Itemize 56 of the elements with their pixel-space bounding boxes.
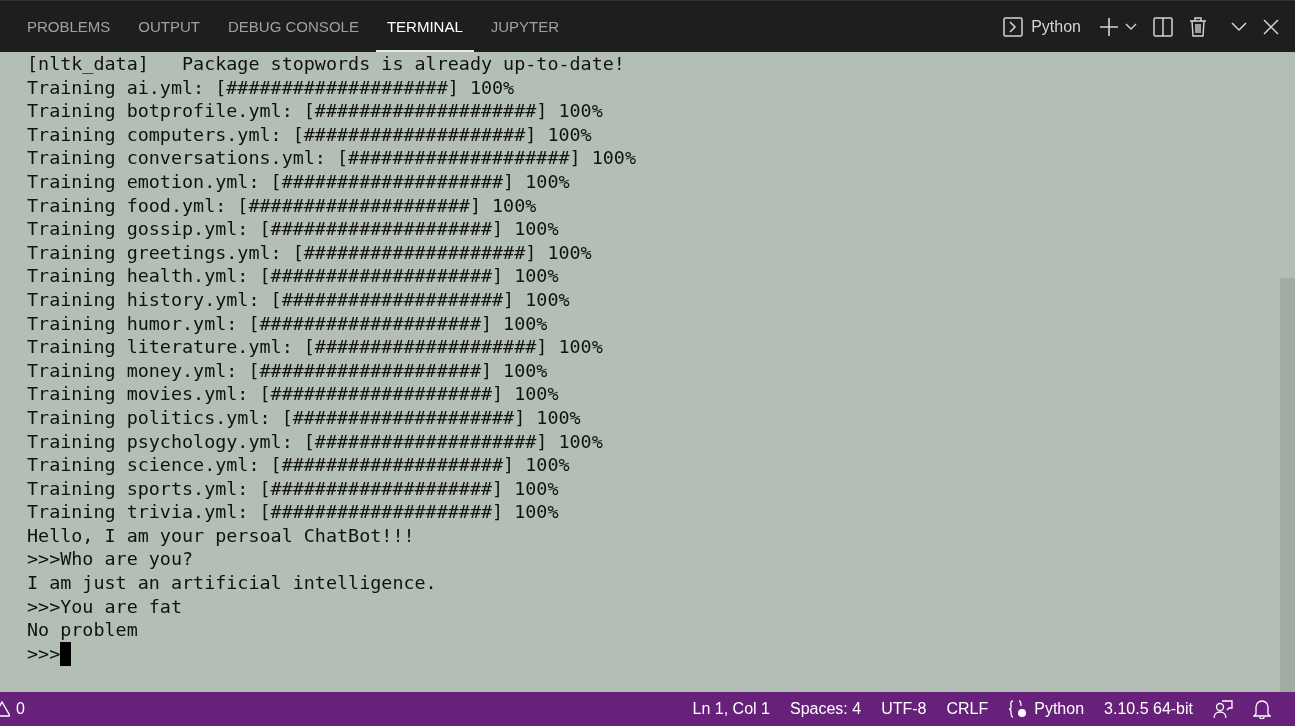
terminal-line: [nltk_data] Package stopwords is already up-to-date! bbox=[27, 52, 626, 76]
terminal-line: Training sports.yml: [####################] 100% bbox=[27, 476, 560, 501]
text-cursor bbox=[60, 641, 72, 666]
terminal-line: Training science.yml: [####################] 100% bbox=[27, 453, 571, 477]
terminal-line: Training history.yml: [####################] 100% bbox=[27, 287, 571, 312]
terminal-line: Training literature.yml: [####################] 100% bbox=[27, 335, 604, 359]
scrollbar-thumb[interactable] bbox=[1280, 278, 1295, 692]
delete-button[interactable] bbox=[1187, 14, 1209, 39]
terminal-line: Training ai.yml: [####################] 100% bbox=[27, 75, 516, 100]
terminal-icon bbox=[1003, 16, 1024, 37]
split-icon bbox=[1153, 16, 1173, 37]
terminal-line: Training money.yml: [####################] 100% bbox=[27, 358, 549, 383]
close-icon bbox=[1263, 18, 1279, 35]
panel-tab[interactable]: TERMINAL bbox=[375, 1, 474, 52]
chevron-down-icon bbox=[1125, 22, 1137, 31]
bell-icon bbox=[1253, 699, 1271, 719]
braces-icon bbox=[1008, 700, 1029, 718]
panel-tab[interactable]: PROBLEMS bbox=[16, 1, 122, 52]
terminal-line: Training computers.yml: [####################] 100% bbox=[27, 122, 593, 147]
terminal-line: Training movies.yml: [####################] 100% bbox=[27, 382, 560, 406]
status-item[interactable]: Spaces: 4 bbox=[779, 700, 872, 718]
panel-tab[interactable]: DEBUG CONSOLE bbox=[217, 1, 370, 52]
terminal-line: Training gossip.yml: [####################] 100% bbox=[27, 217, 560, 241]
interpreter-status[interactable]: 3.10.5 64-bit bbox=[1094, 700, 1203, 718]
warnings-status[interactable]: 0 bbox=[0, 700, 35, 718]
status-item[interactable]: Ln 1, Col 1 bbox=[682, 700, 780, 718]
terminal-line: Training psychology.yml: [####################] 100% bbox=[27, 429, 604, 454]
panel-tab[interactable]: JUPYTER bbox=[479, 1, 571, 52]
maximize-button[interactable] bbox=[1229, 19, 1249, 34]
terminal-line: Training botprofile.yml: [####################] 100% bbox=[27, 99, 604, 123]
split-terminal-button[interactable] bbox=[1151, 14, 1175, 39]
status-item[interactable]: CRLF bbox=[936, 700, 999, 718]
chevron-down-icon bbox=[1231, 21, 1247, 32]
warning-icon bbox=[0, 701, 10, 717]
terminal-line: No problem bbox=[27, 618, 139, 642]
terminal-line: >>>You are fat bbox=[27, 594, 183, 619]
terminal-line: Training conversations.yml: [####################] 100% bbox=[27, 146, 637, 170]
terminal-line: Training health.yml: [####################] 100% bbox=[27, 264, 560, 288]
terminal-line: I am just an artificial intelligence. bbox=[27, 571, 438, 595]
plus-icon bbox=[1099, 16, 1119, 37]
terminal-line: Training humor.yml: [####################] 100% bbox=[27, 311, 549, 336]
terminal-prompt: >>> bbox=[27, 643, 61, 665]
terminal-line: Training food.yml: [####################] 100% bbox=[27, 193, 538, 218]
terminal-profile-button[interactable]: Python bbox=[999, 14, 1085, 39]
terminal-line: Training politics.yml: [####################] 100% bbox=[27, 405, 582, 430]
trash-icon bbox=[1189, 16, 1207, 37]
panel-tab[interactable]: OUTPUT bbox=[127, 1, 212, 52]
close-button[interactable] bbox=[1261, 16, 1281, 37]
terminal-line: Hello, I am your persoal ChatBot!!! bbox=[27, 523, 416, 548]
person-chat-icon bbox=[1213, 699, 1233, 719]
status-item[interactable]: UTF-8 bbox=[871, 700, 937, 718]
terminal-line: Training greetings.yml: [####################] 100% bbox=[27, 240, 593, 265]
terminal-line: Training trivia.yml: [####################] 100% bbox=[27, 500, 560, 524]
terminal-line: >>>Who are you? bbox=[27, 547, 195, 572]
terminal-line: Training emotion.yml: [####################] 100% bbox=[27, 169, 571, 194]
language-mode[interactable]: Python bbox=[998, 700, 1095, 718]
